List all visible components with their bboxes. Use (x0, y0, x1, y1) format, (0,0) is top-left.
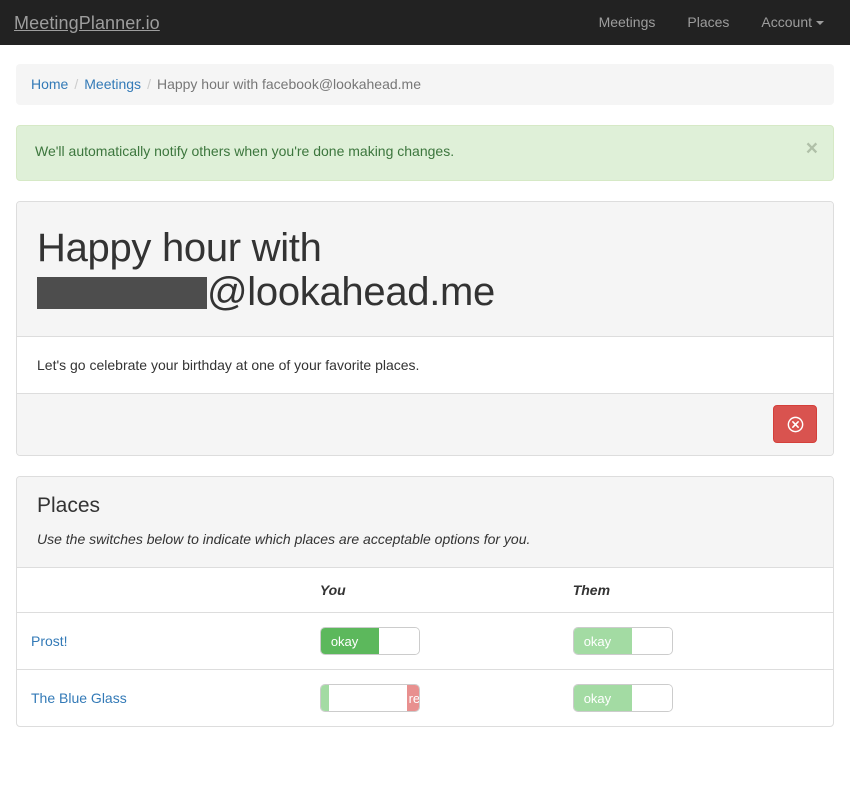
place-link[interactable]: Prost! (31, 633, 68, 649)
nav-link-places[interactable]: Places (671, 0, 745, 45)
brand-logo[interactable]: MeetingPlanner.io (14, 14, 160, 32)
breadcrumb-separator: / (74, 76, 79, 92)
toggle-them-the-blue-glass: okay rejected (572, 684, 673, 712)
meeting-description: Let's go celebrate your birthday at one … (17, 337, 833, 393)
nav-link-meetings[interactable]: Meetings (583, 0, 672, 45)
place-name-cell: The Blue Glass (17, 670, 320, 727)
toggle-on-label: okay (320, 628, 379, 654)
toggle-you-the-blue-glass[interactable]: okay rejected (319, 684, 420, 712)
toggle-them-prost: okay rejected (572, 627, 673, 655)
alert-message: We'll automatically notify others when y… (35, 143, 455, 159)
meeting-panel-footer (17, 393, 833, 455)
chevron-down-icon (816, 21, 824, 26)
nav-account-label: Account (761, 14, 812, 30)
column-header-them: Them (572, 568, 833, 613)
toggle-on-label: okay (573, 685, 632, 711)
places-panel: Places Use the switches below to indicat… (16, 476, 834, 727)
toggle-track: okay rejected (320, 685, 419, 711)
meeting-panel: Happy hour with @lookahead.me Let's go c… (16, 201, 834, 456)
table-row: The Blue Glass okay rejected (17, 670, 833, 727)
toggle-knob (631, 685, 672, 711)
page-title: Happy hour with @lookahead.me (37, 226, 813, 314)
them-toggle-cell: okay rejected (572, 612, 833, 670)
place-name-cell: Prost! (17, 612, 320, 670)
table-header-row: You Them (17, 568, 833, 613)
them-toggle-cell: okay rejected (572, 670, 833, 727)
toggle-on-label: okay (320, 685, 329, 711)
breadcrumb: Home / Meetings / Happy hour with facebook@l… (16, 64, 834, 105)
you-toggle-cell: okay rejected (319, 612, 573, 670)
toggle-knob (631, 628, 672, 654)
places-subtitle: Use the switches below to indicate which… (37, 531, 531, 547)
column-header-name (17, 568, 320, 613)
toggle-you-prost[interactable]: okay rejected (319, 627, 420, 655)
toggle-track: okay rejected (573, 628, 672, 654)
meeting-title-prefix: Happy hour with (37, 226, 322, 270)
places-table-body: Prost! okay rejected (17, 612, 833, 727)
close-icon[interactable]: × (806, 138, 818, 159)
top-navbar: MeetingPlanner.io Meetings Places Accoun… (0, 0, 850, 45)
toggle-knob[interactable] (328, 685, 407, 711)
meeting-panel-heading: Happy hour with @lookahead.me (17, 202, 833, 337)
redacted-email-user (37, 277, 207, 309)
breadcrumb-current: Happy hour with facebook@lookahead.me (156, 76, 421, 92)
breadcrumb-separator: / (147, 76, 151, 92)
column-header-you: You (319, 568, 573, 613)
breadcrumb-home[interactable]: Home (31, 76, 68, 92)
places-table-head: You Them (17, 568, 833, 613)
toggle-track: okay rejected (573, 685, 672, 711)
places-table: You Them Prost! okay rejected (17, 568, 833, 726)
places-title: Places (37, 494, 101, 517)
toggle-track: okay rejected (320, 628, 419, 654)
breadcrumb-meetings[interactable]: Meetings (84, 76, 141, 92)
toggle-on-label: okay (573, 628, 632, 654)
navbar-links: Meetings Places Account (583, 0, 834, 45)
page-container: Home / Meetings / Happy hour with facebook@l… (16, 45, 834, 727)
toggle-knob[interactable] (378, 628, 419, 654)
places-panel-heading: Places Use the switches below to indicat… (17, 477, 833, 568)
table-row: Prost! okay rejected (17, 612, 833, 670)
you-toggle-cell: okay rejected (319, 670, 573, 727)
nav-link-account[interactable]: Account (745, 0, 834, 45)
delete-meeting-button[interactable] (773, 405, 817, 443)
success-alert: We'll automatically notify others when y… (16, 125, 834, 181)
place-link[interactable]: The Blue Glass (31, 690, 127, 706)
meeting-title-domain: @lookahead.me (207, 270, 495, 314)
toggle-off-label: rejected (406, 685, 419, 711)
times-circle-icon (787, 416, 804, 433)
